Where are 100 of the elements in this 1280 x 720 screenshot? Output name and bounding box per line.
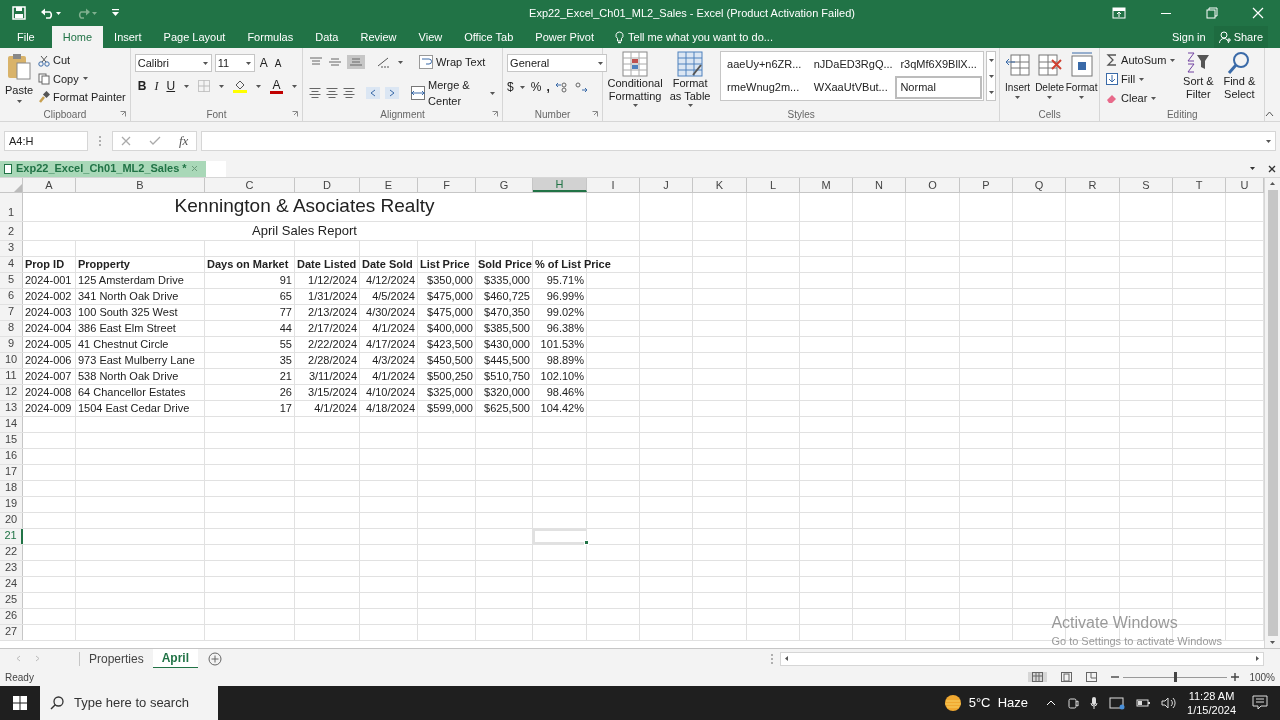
column-header[interactable]: C	[205, 178, 295, 192]
column-header[interactable]: B	[76, 178, 205, 192]
decrease-font-button[interactable]: A	[272, 55, 284, 71]
sort-filter-button[interactable]: Sort & Filter	[1180, 51, 1217, 107]
cell-style-item[interactable]: r3qMf6X9BllX...	[895, 53, 983, 76]
ribbon-tab[interactable]: Insert	[103, 26, 153, 48]
percent-button[interactable]: %	[530, 78, 542, 96]
row-header[interactable]: 26	[0, 609, 23, 624]
clear-button[interactable]: Clear	[1106, 89, 1177, 107]
row-header[interactable]: 3	[0, 241, 23, 256]
taskbar-search-field[interactable]: Type here to search	[40, 686, 218, 720]
ribbon-tab[interactable]: Office Tab	[453, 26, 525, 48]
row-header[interactable]: 22	[0, 545, 23, 560]
tell-me-field[interactable]: Tell me what you want to do...	[605, 26, 783, 48]
ribbon-tab[interactable]: Review	[349, 26, 408, 48]
column-header[interactable]: A	[23, 178, 76, 192]
row-header[interactable]: 4	[0, 257, 23, 272]
insert-cells-button[interactable]: Insert	[1002, 52, 1034, 100]
format-painter-button[interactable]: Format Painter	[38, 88, 126, 106]
row-header[interactable]: 11	[0, 369, 23, 384]
row-header[interactable]: 25	[0, 593, 23, 608]
weather-widget[interactable]: 5°C Haze	[942, 693, 1029, 713]
row-header[interactable]: 21	[0, 529, 23, 544]
row-header[interactable]: 23	[0, 561, 23, 576]
currency-button[interactable]: $	[507, 78, 514, 96]
font-name-field[interactable]: Calibri	[134, 54, 212, 72]
column-header[interactable]: H	[533, 178, 587, 192]
row-header[interactable]: 27	[0, 625, 23, 640]
column-header[interactable]: O	[906, 178, 960, 192]
row-header[interactable]: 15	[0, 433, 23, 448]
row-header[interactable]: 19	[0, 497, 23, 512]
ribbon-tab[interactable]: Home	[51, 26, 104, 48]
column-header[interactable]: T	[1173, 178, 1226, 192]
autosum-button[interactable]: AutoSum	[1106, 51, 1177, 69]
column-header[interactable]: D	[295, 178, 360, 192]
find-select-button[interactable]: Find & Select	[1220, 51, 1259, 107]
cut-button[interactable]: Cut	[38, 52, 126, 70]
comma-button[interactable]: ,	[546, 78, 550, 96]
format-as-table-button[interactable]: Format as Table	[666, 51, 715, 106]
ribbon-tab[interactable]: File	[0, 26, 52, 48]
row-header[interactable]: 14	[0, 417, 23, 432]
column-header[interactable]: Q	[1013, 178, 1066, 192]
increase-font-button[interactable]: A	[257, 54, 270, 72]
column-header[interactable]: I	[587, 178, 640, 192]
font-color-button[interactable]: A	[270, 78, 284, 94]
row-header[interactable]: 1	[0, 193, 23, 221]
column-header[interactable]: J	[640, 178, 693, 192]
share-button[interactable]: Share	[1213, 26, 1268, 48]
column-header[interactable]: M	[800, 178, 853, 192]
ribbon-tab[interactable]: View	[407, 26, 454, 48]
row-header[interactable]: 24	[0, 577, 23, 592]
bold-button[interactable]: B	[137, 77, 147, 95]
insert-function-button[interactable]: fx	[179, 131, 189, 151]
sheet-tab[interactable]: Properties	[80, 648, 153, 669]
paste-button[interactable]: Paste	[4, 52, 34, 106]
column-header[interactable]: F	[418, 178, 476, 192]
column-header[interactable]: K	[693, 178, 747, 192]
workbook-tab[interactable]: Exp22_Excel_Ch01_ML2_Sales *	[0, 160, 206, 177]
row-header[interactable]: 12	[0, 385, 23, 400]
row-header[interactable]: 17	[0, 465, 23, 480]
row-header[interactable]: 8	[0, 321, 23, 336]
wrap-text-button[interactable]: Wrap Text	[419, 54, 486, 71]
fill-button[interactable]: Fill	[1106, 70, 1177, 88]
row-header[interactable]: 16	[0, 449, 23, 464]
clock-date[interactable]: 1/15/2024	[1187, 703, 1236, 717]
cell-style-item[interactable]: nJDaED3RgQ...	[808, 53, 896, 76]
row-header[interactable]: 10	[0, 353, 23, 368]
italic-button[interactable]: I	[154, 77, 159, 95]
row-header[interactable]: 7	[0, 305, 23, 320]
merge-center-button[interactable]: Merge & Center	[411, 76, 497, 110]
number-format-field[interactable]: General	[507, 54, 608, 72]
row-header[interactable]: 9	[0, 337, 23, 352]
delete-cells-button[interactable]: Delete	[1034, 52, 1066, 100]
zoom-level[interactable]: 100%	[1249, 669, 1275, 685]
row-header[interactable]: 2	[0, 222, 23, 240]
column-header[interactable]: R	[1066, 178, 1120, 192]
ribbon-tab[interactable]: Data	[304, 26, 350, 48]
conditional-formatting-button[interactable]: Conditional Formatting	[606, 51, 665, 106]
ribbon-tab[interactable]: Formulas	[236, 26, 305, 48]
copy-button[interactable]: Copy	[38, 70, 126, 88]
clock-time[interactable]: 11:28 AM	[1188, 689, 1235, 703]
cell-style-item[interactable]: rmeWnug2m...	[722, 76, 809, 99]
name-box[interactable]: A4:H	[4, 131, 88, 151]
row-header[interactable]: 18	[0, 481, 23, 496]
column-header[interactable]: N	[853, 178, 906, 192]
column-header[interactable]: P	[960, 178, 1013, 192]
format-cells-button[interactable]: Format	[1066, 52, 1098, 100]
column-header[interactable]: S	[1120, 178, 1173, 192]
row-header[interactable]: 20	[0, 513, 23, 528]
ribbon-tab[interactable]: Power Pivot	[524, 26, 606, 48]
row-header[interactable]: 5	[0, 273, 23, 288]
underline-button[interactable]: U	[166, 77, 176, 95]
row-header[interactable]: 6	[0, 289, 23, 304]
font-size-field[interactable]: 11	[214, 54, 255, 72]
cell-style-item[interactable]: WXaaUtVBut...	[808, 76, 896, 99]
cell-style-item[interactable]: aaeUy+n6ZR...	[722, 53, 809, 76]
ribbon-tab[interactable]: Page Layout	[152, 26, 237, 48]
column-header[interactable]: E	[360, 178, 418, 192]
sign-in-link[interactable]: Sign in	[1164, 26, 1214, 48]
cell-style-item[interactable]: Normal	[895, 76, 983, 99]
